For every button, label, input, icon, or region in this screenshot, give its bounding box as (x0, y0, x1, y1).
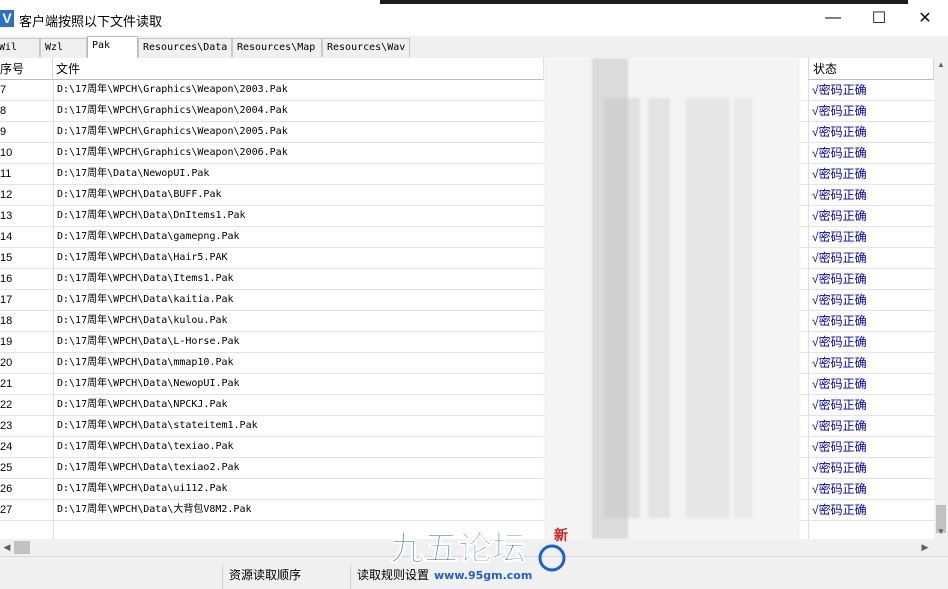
scroll-right-icon[interactable]: ▶ (918, 539, 932, 556)
row-file-path: D:\17周年\WPCH\Data\kulou.Pak (57, 315, 228, 326)
row-status: √密码正确 (812, 188, 867, 202)
column-divider (53, 80, 54, 539)
row-file-path: D:\17周年\WPCH\Data\Items1.Pak (57, 273, 234, 284)
row-status: √密码正确 (812, 398, 867, 412)
row-file-path: D:\17周年\WPCH\Data\DnItems1.Pak (57, 210, 246, 221)
row-index: 24 (0, 441, 13, 453)
tab-wil[interactable]: Wil (0, 38, 40, 57)
close-icon: ✕ (918, 10, 932, 27)
status-resource-order: 资源读取顺序 (222, 565, 350, 589)
row-index: 22 (0, 399, 13, 411)
row-index: 9 (0, 126, 7, 138)
row-status: √密码正确 (812, 230, 867, 244)
scroll-down-icon[interactable]: ▼ (934, 525, 948, 539)
window-title: 客户端按照以下文件读取 (19, 14, 163, 29)
row-file-path: D:\17周年\WPCH\Data\mmap10.Pak (57, 357, 234, 368)
row-index: 18 (0, 315, 13, 327)
column-divider (808, 80, 809, 539)
column-header-index[interactable]: 序号 (0, 58, 53, 80)
row-status: √密码正确 (812, 209, 867, 223)
blurred-region (544, 58, 800, 539)
watermark-swirl (538, 544, 566, 572)
file-list[interactable]: 序号 文件 状态 7 D:\17周年\WPCH\Graphics\Weapon\2… (0, 58, 934, 539)
row-index: 15 (0, 252, 13, 264)
tab-resources-wav[interactable]: Resources\Wav (322, 38, 410, 57)
row-status: √密码正确 (812, 356, 867, 370)
row-file-path: D:\17周年\WPCH\Graphics\Weapon\2004.Pak (57, 105, 288, 116)
scroll-up-icon[interactable]: ▲ (934, 58, 948, 72)
tab-pak[interactable]: Pak (87, 36, 138, 58)
tab-resources-map[interactable]: Resources\Map (232, 38, 322, 57)
row-file-path: D:\17周年\WPCH\Data\texiao2.Pak (57, 462, 240, 473)
row-index: 7 (0, 84, 7, 96)
row-status: √密码正确 (812, 440, 867, 454)
row-file-path: D:\17周年\WPCH\Data\texiao.Pak (57, 441, 234, 452)
row-status: √密码正确 (812, 125, 867, 139)
row-index: 23 (0, 420, 13, 432)
minimize-icon: — (825, 9, 841, 26)
row-index: 17 (0, 294, 13, 306)
row-file-path: D:\17周年\WPCH\Graphics\Weapon\2006.Pak (57, 147, 288, 158)
column-header-file[interactable]: 文件 (53, 58, 544, 80)
row-file-path: D:\17周年\WPCH\Graphics\Weapon\2005.Pak (57, 126, 288, 137)
row-file-path: D:\17周年\WPCH\Data\L-Horse.Pak (57, 336, 240, 347)
watermark-logo: 九五论坛 新 www.95gm.com (390, 527, 569, 582)
row-file-path: D:\17周年\WPCH\Data\大背包V8M2.Pak (57, 504, 252, 515)
tab-resources-data[interactable]: Resources\Data (138, 38, 232, 57)
scroll-corner (934, 539, 948, 556)
row-index: 20 (0, 357, 13, 369)
row-status: √密码正确 (812, 503, 867, 517)
row-status: √密码正确 (812, 335, 867, 349)
row-file-path: D:\17周年\WPCH\Data\Hair5.PAK (57, 252, 228, 263)
row-index: 14 (0, 231, 13, 243)
row-index: 12 (0, 189, 13, 201)
row-file-path: D:\17周年\WPCH\Data\ui112.Pak (57, 483, 228, 494)
maximize-icon: ☐ (871, 10, 887, 27)
row-index: 13 (0, 210, 13, 222)
row-index: 27 (0, 504, 13, 516)
row-index: 8 (0, 105, 7, 117)
row-file-path: D:\17周年\WPCH\Data\gamepng.Pak (57, 231, 240, 242)
row-status: √密码正确 (812, 146, 867, 160)
title-bar: V 客户端按照以下文件读取 — ☐ ✕ (0, 0, 948, 36)
row-index: 16 (0, 273, 13, 285)
column-header-status[interactable]: 状态 (808, 58, 934, 80)
scroll-left-icon[interactable]: ◀ (0, 539, 14, 556)
watermark-url: www.95gm.com (434, 569, 532, 582)
row-status: √密码正确 (812, 293, 867, 307)
minimize-button[interactable]: — (810, 0, 856, 36)
maximize-button[interactable]: ☐ (856, 0, 902, 36)
tab-bar: Wil Wzl Pak Resources\Data Resources\Map… (0, 36, 948, 59)
row-file-path: D:\17周年\WPCH\Data\kaitia.Pak (57, 294, 234, 305)
row-index: 10 (0, 147, 13, 159)
row-file-path: D:\17周年\WPCH\Data\NPCKJ.Pak (57, 399, 228, 410)
row-index: 11 (0, 168, 12, 180)
app-icon: V (0, 10, 14, 27)
row-file-path: D:\17周年\WPCH\Data\BUFF.Pak (57, 189, 222, 200)
tab-wzl[interactable]: Wzl (40, 38, 87, 57)
row-index: 26 (0, 483, 13, 495)
row-index: 19 (0, 336, 13, 348)
row-status: √密码正确 (812, 482, 867, 496)
row-index: 25 (0, 462, 13, 474)
row-status: √密码正确 (812, 377, 867, 391)
vertical-scrollbar[interactable]: ▲ ▼ (934, 58, 948, 539)
row-index: 21 (0, 378, 13, 390)
close-button[interactable]: ✕ (902, 0, 948, 36)
row-status: √密码正确 (812, 83, 867, 97)
row-status: √密码正确 (812, 314, 867, 328)
row-status: √密码正确 (812, 461, 867, 475)
row-file-path: D:\17周年\WPCH\Data\stateitem1.Pak (57, 420, 258, 431)
watermark-text: 九五论坛 (390, 529, 526, 569)
watermark-badge: 新 (554, 527, 568, 544)
row-file-path: D:\17周年\WPCH\Data\NewopUI.Pak (57, 378, 240, 389)
row-status: √密码正确 (812, 272, 867, 286)
row-file-path: D:\17周年\Data\NewopUI.Pak (57, 168, 210, 179)
row-status: √密码正确 (812, 251, 867, 265)
row-status: √密码正确 (812, 419, 867, 433)
row-file-path: D:\17周年\WPCH\Graphics\Weapon\2003.Pak (57, 84, 288, 95)
row-status: √密码正确 (812, 104, 867, 118)
row-status: √密码正确 (812, 167, 867, 181)
horizontal-scroll-thumb[interactable] (14, 541, 30, 554)
